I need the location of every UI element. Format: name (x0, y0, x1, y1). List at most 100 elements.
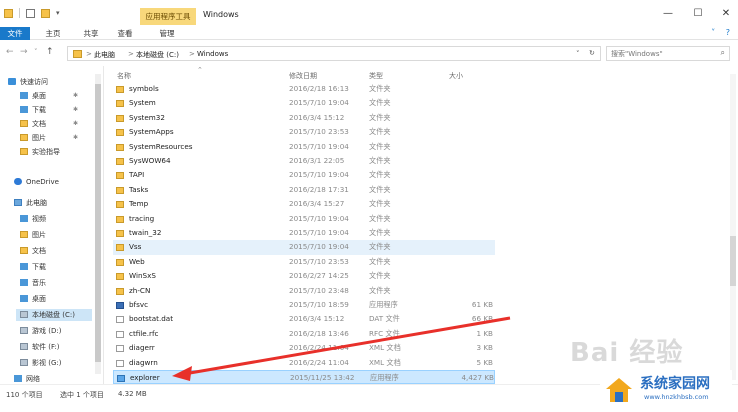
file-list-scrollbar-thumb[interactable] (730, 236, 736, 286)
file-type: DAT 文件 (369, 314, 400, 324)
file-date: 2015/7/10 23:53 (289, 256, 349, 266)
forward-arrow-icon[interactable]: → (20, 47, 28, 57)
table-row[interactable]: Web 2015/7/10 23:53 文件夹 (113, 255, 495, 269)
table-row[interactable]: diagerr 2016/2/24 11:04 XML 文档 3 KB (113, 341, 495, 355)
tab-manage[interactable]: 管理 (152, 27, 182, 40)
sidebar-item-music[interactable]: 音乐 (20, 277, 46, 289)
file-size: 3 KB (476, 343, 493, 353)
folder-icon (116, 287, 124, 295)
table-row[interactable]: bfsvc 2015/7/10 18:59 应用程序 61 KB (113, 298, 495, 312)
new-folder-icon[interactable] (41, 8, 50, 18)
table-row[interactable]: zh-CN 2015/7/10 23:48 文件夹 (113, 284, 495, 298)
sidebar-item-downloads[interactable]: 下载 ✱ (20, 104, 94, 116)
sidebar-item-desktop-pc[interactable]: 桌面 (20, 293, 46, 305)
table-row[interactable]: System 2015/7/10 19:04 文件夹 (113, 96, 495, 110)
table-row[interactable]: explorer 2015/11/25 13:42 应用程序 4,427 KB (113, 370, 495, 385)
sidebar-item-pictures-pc[interactable]: 图片 (20, 229, 46, 241)
file-date: 2016/2/18 17:31 (289, 184, 349, 194)
expand-ribbon-chevron-icon[interactable]: ˅ (711, 28, 715, 37)
table-row[interactable]: ctfile.rfc 2016/2/18 13:46 RFC 文件 1 KB (113, 327, 495, 341)
recent-locations-chevron-icon[interactable]: ˅ (34, 48, 38, 56)
sidebar-item-lab-guide[interactable]: 实验指导 (20, 146, 60, 158)
table-row[interactable]: SystemApps 2015/7/10 23:53 文件夹 (113, 125, 495, 139)
table-row[interactable]: TAPI 2015/7/10 19:04 文件夹 (113, 168, 495, 182)
file-list-scrollbar[interactable] (730, 74, 736, 380)
table-row[interactable]: SystemResources 2015/7/10 19:04 文件夹 (113, 140, 495, 154)
search-icon[interactable]: ⌕ (721, 48, 725, 58)
address-dropdown-chevron-icon[interactable]: ˅ (576, 50, 580, 58)
sidebar-item-software-f[interactable]: 软件 (F:) (20, 341, 60, 353)
sidebar-item-documents[interactable]: 文档 ✱ (20, 118, 94, 130)
file-date: 2015/7/10 19:04 (289, 242, 349, 252)
breadcrumb-this-pc[interactable]: 此电脑 (94, 50, 115, 60)
sidebar-item-desktop[interactable]: 桌面 ✱ (20, 90, 94, 102)
sidebar-item-documents-pc[interactable]: 文档 (20, 245, 46, 257)
file-name: diagwrn (129, 357, 158, 367)
sidebar-item-movies-g[interactable]: 影视 (G:) (20, 357, 61, 369)
table-row[interactable]: twain_32 2015/7/10 19:04 文件夹 (113, 226, 495, 240)
tab-file[interactable]: 文件 (0, 27, 30, 40)
file-name: Temp (129, 199, 149, 209)
file-name: twain_32 (129, 228, 162, 237)
file-date: 2016/2/24 11:04 (289, 357, 349, 367)
sidebar-item-network[interactable]: 网络 (14, 375, 40, 384)
breadcrumb-local-disk[interactable]: 本地磁盘 (C:) (136, 50, 179, 60)
documents-icon (20, 120, 28, 127)
up-arrow-icon[interactable]: ↑ (46, 47, 54, 57)
column-header-type[interactable]: 类型 (369, 71, 383, 81)
file-date: 2015/7/10 23:48 (289, 285, 349, 295)
minimize-button[interactable]: — (658, 6, 678, 22)
quick-access-icon (8, 78, 16, 85)
table-row[interactable]: Tasks 2016/2/18 17:31 文件夹 (113, 183, 495, 197)
folder-icon (116, 215, 124, 223)
table-row[interactable]: SysWOW64 2016/3/1 22:05 文件夹 (113, 154, 495, 168)
address-row: ← → ˅ ↑ > 此电脑 > 本地磁盘 (C:) > Windows ˅ ↻ … (0, 41, 738, 65)
address-bar[interactable]: > 此电脑 > 本地磁盘 (C:) > Windows ˅ ↻ (67, 46, 601, 61)
file-name: diagerr (129, 343, 155, 353)
close-button[interactable]: ✕ (716, 6, 736, 22)
table-row[interactable]: System32 2016/3/4 15:12 文件夹 (113, 111, 495, 125)
file-date: 2016/3/4 15:27 (289, 199, 345, 209)
file-name: Tasks (129, 184, 149, 194)
column-header-date[interactable]: 修改日期 (289, 71, 317, 81)
quick-access-toolbar: ▾ (4, 8, 60, 18)
table-row[interactable]: diagwrn 2016/2/24 11:04 XML 文档 5 KB (113, 356, 495, 370)
search-input[interactable] (611, 47, 711, 60)
maximize-button[interactable]: ☐ (688, 6, 708, 22)
table-row[interactable]: Vss 2015/7/10 19:04 文件夹 (113, 240, 495, 255)
tab-home[interactable]: 主页 (40, 27, 66, 40)
explorer-app-icon (117, 375, 125, 382)
refresh-icon[interactable]: ↻ (589, 49, 595, 57)
folder-icon (116, 230, 124, 237)
sidebar-scrollbar-thumb[interactable] (95, 84, 101, 362)
file-type: 文件夹 (369, 184, 391, 194)
pin-icon: ✱ (72, 106, 78, 113)
sidebar-item-quick-access[interactable]: 快速访问 (8, 76, 48, 88)
sidebar-item-videos[interactable]: 视频 (20, 213, 46, 225)
folder-icon (116, 114, 124, 122)
table-row[interactable]: Temp 2016/3/4 15:27 文件夹 (113, 197, 495, 211)
sidebar-item-pictures[interactable]: 图片 ✱ (20, 132, 94, 144)
documents-icon (20, 247, 28, 254)
tab-view[interactable]: 查看 (112, 27, 138, 40)
sidebar-item-onedrive[interactable]: OneDrive (14, 176, 59, 188)
context-tab-application-tools[interactable]: 应用程序工具 (140, 8, 196, 25)
tab-share[interactable]: 共享 (78, 27, 104, 40)
customize-toolbar-chevron-icon[interactable]: ▾ (56, 9, 60, 17)
table-row[interactable]: bootstat.dat 2016/3/4 15:12 DAT 文件 66 KB (113, 312, 495, 326)
back-arrow-icon[interactable]: ← (6, 47, 14, 57)
table-row[interactable]: WinSxS 2016/2/27 14:25 文件夹 (113, 269, 495, 283)
breadcrumb-windows[interactable]: Windows (197, 50, 228, 58)
sidebar-item-games-d[interactable]: 游戏 (D:) (20, 325, 61, 337)
column-header-name[interactable]: 名称 (117, 71, 131, 81)
folder-icon[interactable] (4, 8, 13, 18)
properties-icon[interactable] (26, 8, 35, 18)
help-icon[interactable]: ? (726, 28, 730, 37)
column-header-size[interactable]: 大小 (449, 71, 463, 81)
sidebar-item-local-disk-c[interactable]: 本地磁盘 (C:) (16, 309, 92, 321)
sidebar-item-this-pc[interactable]: 此电脑 (14, 197, 47, 209)
table-row[interactable]: tracing 2015/7/10 19:04 文件夹 (113, 212, 495, 226)
drive-icon (20, 343, 28, 350)
sidebar-item-downloads-pc[interactable]: 下载 (20, 261, 46, 273)
table-row[interactable]: symbols 2016/2/18 16:13 文件夹 (113, 82, 495, 96)
